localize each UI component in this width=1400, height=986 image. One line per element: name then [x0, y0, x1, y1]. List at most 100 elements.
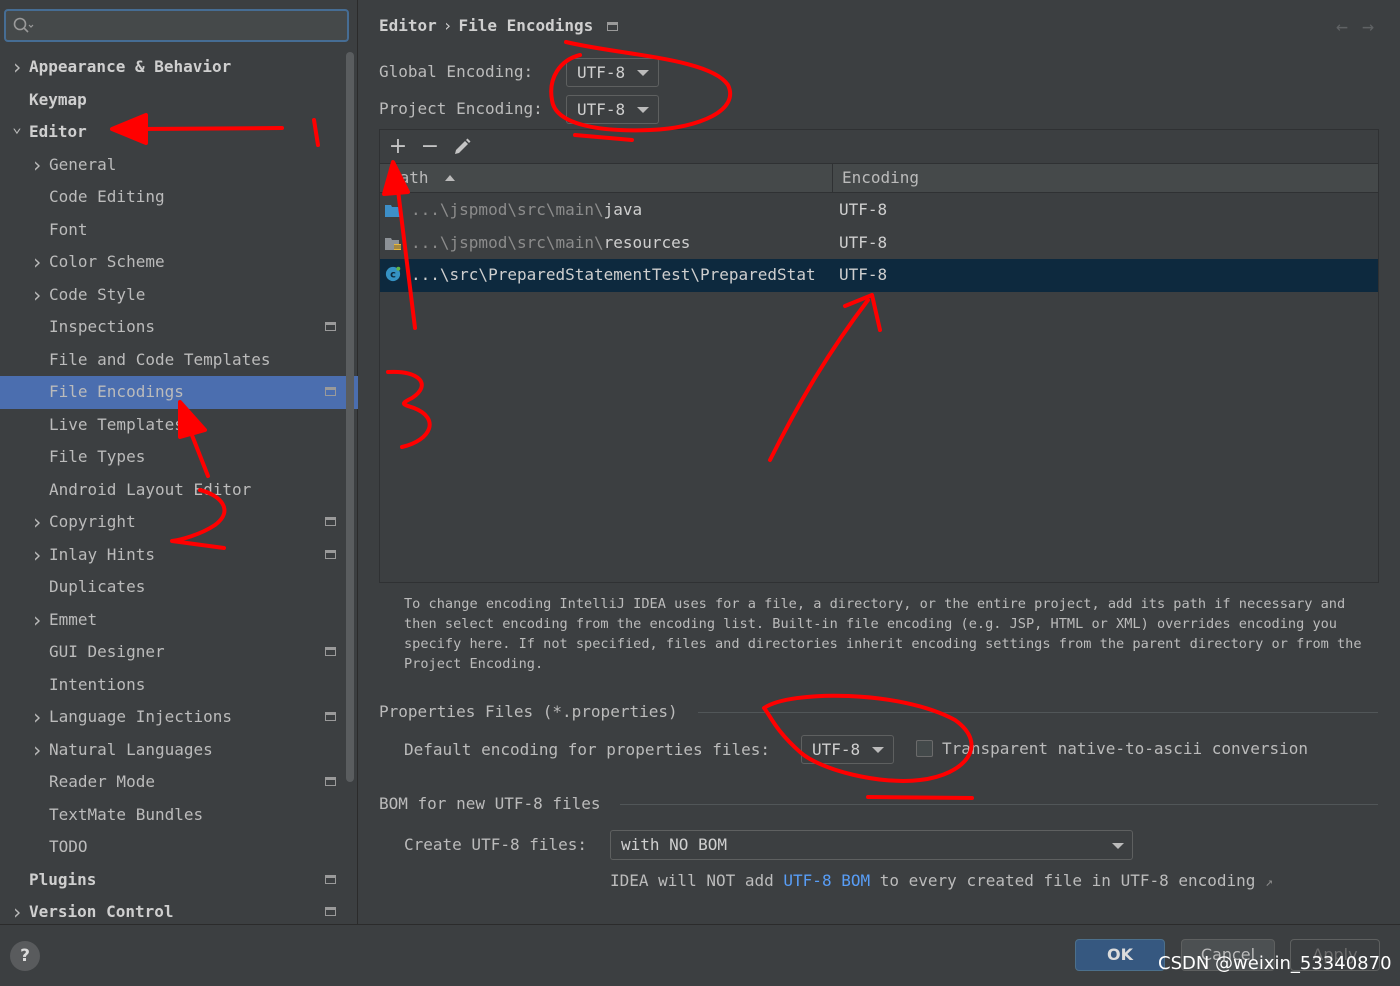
chevron-right-icon[interactable]: › [30, 539, 44, 572]
path-column-header[interactable]: Path [390, 164, 456, 192]
arrow-left-icon[interactable]: ← [1336, 14, 1362, 38]
sidebar-item-file-encodings[interactable]: File Encodings [0, 376, 358, 409]
table-row[interactable]: ...\jspmod\src\main\java UTF-8 [380, 194, 1378, 227]
sidebar-item-intentions[interactable]: Intentions [0, 669, 358, 702]
project-encoding-select[interactable]: UTF-8 [566, 95, 659, 124]
column-divider[interactable] [832, 164, 833, 192]
breadcrumb-parent[interactable]: Editor [379, 16, 437, 35]
sidebar-item-duplicates[interactable]: Duplicates [0, 571, 358, 604]
sidebar-item-label: TODO [49, 837, 88, 856]
row-path-name: java [603, 200, 643, 219]
transparent-conversion-label[interactable]: Transparent native-to-ascii conversion [942, 739, 1308, 758]
row-encoding[interactable]: UTF-8 [839, 194, 887, 227]
table-header: Path Encoding [380, 163, 1378, 193]
settings-content: Editor › File Encodings ←→ Global Encoding… [358, 0, 1400, 924]
sidebar-item-label: Font [49, 219, 88, 239]
chevron-right-icon[interactable]: › [30, 506, 44, 539]
sidebar-item-file-and-code-templates[interactable]: File and Code Templates [0, 344, 358, 377]
chevron-right-icon[interactable]: › [10, 51, 24, 84]
settings-search-input[interactable] [4, 9, 349, 42]
sidebar-item-label: Duplicates [49, 577, 146, 596]
sidebar-item-plugins[interactable]: Plugins [0, 864, 358, 897]
row-encoding[interactable]: UTF-8 [839, 227, 887, 260]
sidebar-item-reader-mode[interactable]: Reader Mode [0, 766, 358, 799]
sidebar-scrollbar[interactable] [346, 52, 354, 782]
pencil-icon [455, 138, 471, 154]
chevron-right-icon[interactable]: › [30, 604, 44, 637]
chevron-right-icon[interactable]: › [30, 149, 44, 182]
project-scope-icon [325, 387, 336, 396]
sidebar-item-todo[interactable]: TODO [0, 831, 358, 864]
encoding-column-label: Encoding [842, 168, 920, 187]
sidebar-item-copyright[interactable]: › Copyright [0, 506, 358, 539]
arrow-right-icon[interactable]: → [1362, 14, 1388, 38]
add-path-button[interactable]: + [385, 134, 411, 160]
bom-note-prefix: IDEA will NOT add [610, 871, 774, 890]
global-encoding-select[interactable]: UTF-8 [566, 58, 659, 87]
edit-path-button[interactable] [449, 134, 475, 160]
row-path-prefix: ...\jspmod\src\main\ [411, 232, 604, 252]
project-scope-icon [325, 907, 336, 916]
folder-icon [385, 205, 401, 217]
remove-path-button[interactable]: − [417, 134, 443, 160]
sidebar-item-label: GUI Designer [49, 642, 165, 661]
properties-encoding-select[interactable]: UTF-8 [801, 735, 894, 764]
settings-sidebar: › Appearance & Behavior Keymap ⌄ Editor › Gene… [0, 0, 358, 924]
sidebar-item-live-templates[interactable]: Live Templates [0, 409, 358, 442]
sidebar-item-code-editing[interactable]: Code Editing [0, 181, 358, 214]
sidebar-item-inlay-hints[interactable]: › Inlay Hints [0, 539, 358, 572]
dropdown-arrow-icon [872, 747, 884, 753]
dropdown-arrow-icon [1112, 843, 1124, 849]
navigation-arrows: ←→ [1336, 14, 1388, 38]
sidebar-item-color-scheme[interactable]: › Color Scheme [0, 246, 358, 279]
sidebar-item-inspections[interactable]: Inspections [0, 311, 358, 344]
help-button[interactable]: ? [10, 941, 40, 971]
sidebar-item-code-style[interactable]: › Code Style [0, 279, 358, 312]
java-class-icon: c [385, 266, 401, 282]
sidebar-item-label: Inlay Hints [49, 544, 155, 564]
file-encoding-table: + − Path Encoding ...\jspmod\src\main\ja… [379, 129, 1379, 583]
bom-note-suffix: to every created file in UTF-8 encoding [879, 871, 1256, 890]
properties-encoding-value: UTF-8 [812, 740, 861, 759]
encoding-column-header[interactable]: Encoding [842, 164, 919, 192]
bom-group-title: BOM for new UTF-8 files [379, 794, 601, 813]
sidebar-item-appearance-behavior[interactable]: › Appearance & Behavior [0, 51, 358, 84]
sidebar-item-emmet[interactable]: › Emmet [0, 604, 358, 637]
sidebar-item-font[interactable]: Font [0, 214, 358, 247]
sidebar-item-gui-designer[interactable]: GUI Designer [0, 636, 358, 669]
table-row-selected[interactable]: c ...\src\PreparedStatementTest\Prepared… [380, 259, 1378, 292]
table-row[interactable]: ...\jspmod\src\main\resources UTF-8 [380, 227, 1378, 260]
sidebar-item-android-layout-editor[interactable]: Android Layout Editor [0, 474, 358, 507]
sidebar-item-label: Live Templates [49, 414, 184, 434]
chevron-right-icon[interactable]: › [30, 734, 44, 767]
bom-select-value: with NO BOM [621, 835, 727, 854]
row-encoding[interactable]: UTF-8 [839, 259, 887, 292]
watermark: CSDN @weixin_53340870 [1158, 953, 1392, 974]
path-column-label: Path [390, 168, 429, 187]
breadcrumb-current: File Encodings [458, 16, 594, 35]
sidebar-item-file-types[interactable]: File Types [0, 441, 358, 474]
utf8-bom-link[interactable]: UTF-8 BOM [783, 871, 870, 890]
transparent-conversion-checkbox[interactable] [916, 740, 933, 757]
sidebar-item-label: Keymap [29, 89, 87, 109]
sidebar-item-label: Code Style [49, 284, 146, 304]
chevron-right-icon[interactable]: › [30, 279, 44, 312]
sidebar-item-label: TextMate Bundles [49, 804, 204, 824]
chevron-right-icon[interactable]: › [30, 246, 44, 279]
sidebar-item-general[interactable]: › General [0, 149, 358, 182]
ok-button[interactable]: OK [1075, 939, 1165, 971]
global-encoding-row: Global Encoding: [379, 57, 533, 87]
sidebar-item-language-injections[interactable]: › Language Injections [0, 701, 358, 734]
chevron-down-icon[interactable]: ⌄ [10, 111, 24, 144]
bom-select[interactable]: with NO BOM [610, 830, 1133, 860]
breadcrumb-separator: › [442, 16, 453, 35]
sidebar-item-label: Appearance & Behavior [29, 57, 232, 76]
group-divider [620, 804, 1378, 805]
sidebar-item-label: File and Code Templates [49, 349, 271, 369]
sidebar-item-editor[interactable]: ⌄ Editor [0, 116, 358, 149]
chevron-right-icon[interactable]: › [30, 701, 44, 734]
sidebar-item-natural-languages[interactable]: › Natural Languages [0, 734, 358, 767]
sidebar-item-keymap[interactable]: Keymap [0, 84, 358, 117]
sidebar-item-textmate-bundles[interactable]: TextMate Bundles [0, 799, 358, 832]
sidebar-item-label: Android Layout Editor [49, 479, 252, 499]
